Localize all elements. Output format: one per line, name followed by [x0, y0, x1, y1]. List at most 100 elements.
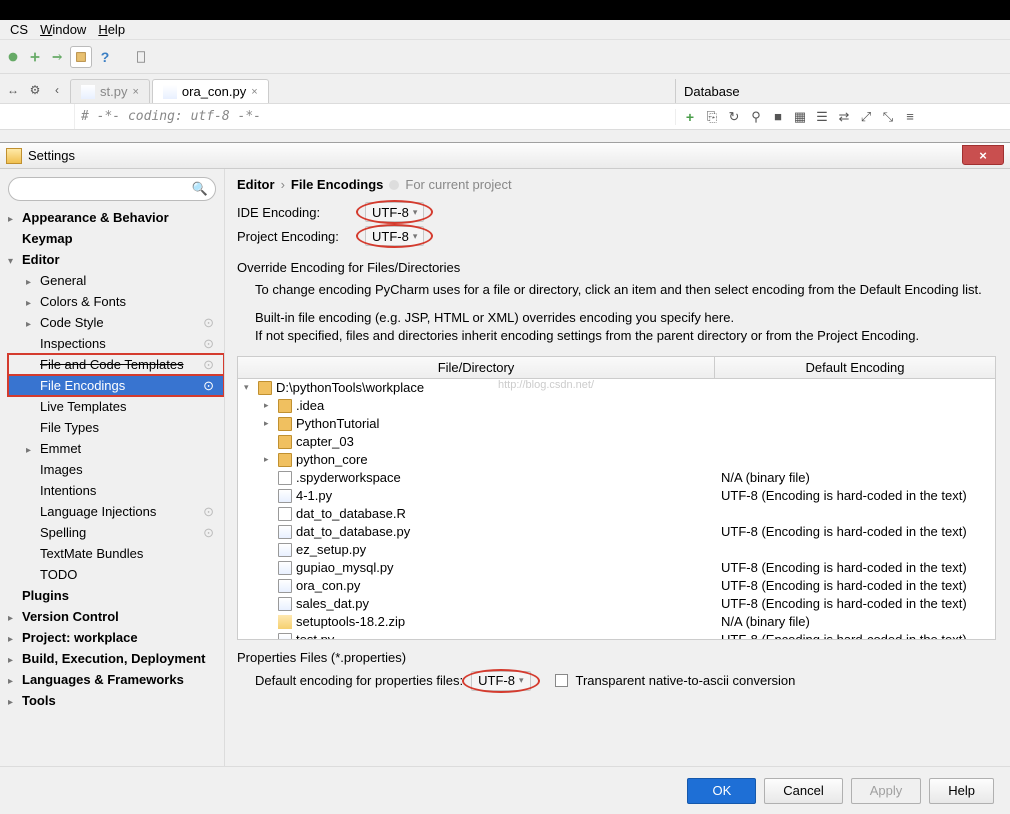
tree-item[interactable]: TextMate Bundles [8, 543, 224, 564]
tree-item[interactable]: File Types [8, 417, 224, 438]
settings-content: Editor›File Encodings For current projec… [225, 169, 1010, 766]
dialog-buttons: OK Cancel Apply Help [0, 766, 1010, 814]
gear-icon[interactable]: ⚙ [26, 81, 44, 99]
refresh-icon[interactable]: ↻ [726, 109, 742, 125]
file-name: capter_03 [296, 434, 354, 449]
help-button[interactable]: Help [929, 778, 994, 804]
table-row[interactable]: ez_setup.py [238, 541, 995, 559]
tree-item[interactable]: Inspections⊙ [8, 333, 224, 354]
tree-item[interactable]: Build, Execution, Deployment [8, 648, 224, 669]
tree-item-selected[interactable]: File Encodings⊙ [8, 375, 224, 396]
column-header[interactable]: Default Encoding [715, 357, 995, 378]
cancel-button[interactable]: Cancel [764, 778, 842, 804]
apply-button[interactable]: Apply [851, 778, 922, 804]
column-header[interactable]: File/Directory [238, 357, 715, 378]
transparent-label: Transparent native-to-ascii conversion [576, 673, 796, 688]
help-icon[interactable]: ? [96, 48, 114, 66]
toolbar-icon[interactable] [4, 48, 22, 66]
close-icon[interactable]: × [251, 86, 257, 98]
tree-item[interactable]: TODO [8, 564, 224, 585]
table-row[interactable]: ora_con.pyUTF-8 (Encoding is hard-coded … [238, 577, 995, 595]
table-row[interactable]: .spyderworkspaceN/A (binary file) [238, 469, 995, 487]
toolbar-icon[interactable] [48, 48, 66, 66]
twisty-icon[interactable]: ▾ [244, 382, 254, 393]
tree-item[interactable]: Spelling⊙ [8, 522, 224, 543]
collapse-icon[interactable]: ⤡ [880, 109, 896, 125]
table-row[interactable]: 4-1.pyUTF-8 (Encoding is hard-coded in t… [238, 487, 995, 505]
twisty-icon[interactable]: ▸ [264, 400, 274, 411]
encoding-value: N/A (binary file) [715, 614, 995, 629]
settings-app-icon [6, 148, 22, 164]
ide-encoding-combo[interactable]: UTF-8▾ [365, 202, 424, 222]
tree-item[interactable]: Code Style⊙ [8, 312, 224, 333]
file-name: ez_setup.py [296, 542, 366, 557]
file-name: test.py [296, 632, 334, 639]
table-row[interactable]: ▾ D:\pythonTools\workplace [238, 379, 995, 397]
tree-item[interactable]: Colors & Fonts [8, 291, 224, 312]
main-toolbar: ? [0, 40, 1010, 74]
tree-item[interactable]: Project: workplace [8, 627, 224, 648]
tree-item[interactable]: Languages & Frameworks [8, 669, 224, 690]
menu-vcs[interactable]: CS [4, 22, 34, 37]
tab-label: ora_con.py [182, 84, 246, 99]
tree-item[interactable]: Plugins [8, 585, 224, 606]
tree-item[interactable]: Version Control [8, 606, 224, 627]
table-row[interactable]: sales_dat.pyUTF-8 (Encoding is hard-code… [238, 595, 995, 613]
table-icon[interactable]: ▦ [792, 109, 808, 125]
table-row[interactable]: ▸.idea [238, 397, 995, 415]
tree-item[interactable]: Appearance & Behavior [8, 207, 224, 228]
table-row[interactable]: setuptools-18.2.zipN/A (binary file) [238, 613, 995, 631]
stop-icon[interactable]: ■ [770, 109, 786, 125]
menu-window[interactable]: Window [34, 22, 92, 37]
ok-button[interactable]: OK [687, 778, 756, 804]
transparent-checkbox[interactable] [555, 674, 568, 687]
filter-icon[interactable]: ⚲ [748, 109, 764, 125]
table-row[interactable]: ▸python_core [238, 451, 995, 469]
file-name: D:\pythonTools\workplace [276, 380, 424, 395]
settings-titlebar: Settings × [0, 143, 1010, 169]
table-row[interactable]: capter_03 [238, 433, 995, 451]
tree-item[interactable]: Keymap [8, 228, 224, 249]
twisty-icon[interactable]: ▸ [264, 454, 274, 465]
tree-item[interactable]: File and Code Templates⊙ [8, 354, 224, 375]
py-icon [278, 633, 292, 639]
table-row[interactable]: gupiao_mysql.pyUTF-8 (Encoding is hard-c… [238, 559, 995, 577]
menu-help[interactable]: Help [92, 22, 131, 37]
zip-icon [278, 615, 292, 629]
chevron-down-icon: ▾ [519, 675, 524, 686]
tab-label: st.py [100, 84, 127, 99]
toolbar-icon[interactable] [26, 48, 44, 66]
tree-item[interactable]: Intentions [8, 480, 224, 501]
settings-search-input[interactable] [8, 177, 216, 201]
copy-icon[interactable]: ⎘ [704, 109, 720, 125]
tree-item[interactable]: General [8, 270, 224, 291]
properties-encoding-combo[interactable]: UTF-8▾ [471, 671, 530, 691]
table-row[interactable]: test.pyUTF-8 (Encoding is hard-coded in … [238, 631, 995, 639]
columns-icon[interactable]: ☰ [814, 109, 830, 125]
breadcrumb: Editor›File Encodings For current projec… [237, 177, 996, 192]
sync-icon[interactable]: ⇄ [836, 109, 852, 125]
tree-item[interactable]: Images [8, 459, 224, 480]
close-button[interactable]: × [962, 145, 1004, 165]
project-encoding-combo[interactable]: UTF-8▾ [365, 226, 424, 246]
close-icon[interactable]: × [132, 86, 138, 98]
table-row[interactable]: dat_to_database.pyUTF-8 (Encoding is har… [238, 523, 995, 541]
twisty-icon[interactable]: ▸ [264, 418, 274, 429]
editor-tab[interactable]: st.py × [70, 79, 150, 103]
add-icon[interactable]: + [682, 109, 698, 125]
toolbar-icon[interactable] [132, 48, 150, 66]
chevron-left-icon[interactable]: ‹ [48, 81, 66, 99]
help-text: Built-in file encoding (e.g. JSP, HTML o… [237, 309, 996, 345]
nav-icon[interactable]: ↔ [4, 81, 22, 99]
tree-item[interactable]: Emmet [8, 438, 224, 459]
tree-item[interactable]: Live Templates [8, 396, 224, 417]
table-row[interactable]: dat_to_database.R [238, 505, 995, 523]
editor-tab-active[interactable]: ora_con.py × [152, 79, 269, 103]
tree-item[interactable]: Language Injections⊙ [8, 501, 224, 522]
table-row[interactable]: ▸PythonTutorial [238, 415, 995, 433]
tree-item[interactable]: Tools [8, 690, 224, 711]
toolbar-icon[interactable] [70, 46, 92, 68]
expand-icon[interactable]: ⤢ [858, 109, 874, 125]
settings-icon[interactable]: ≡ [902, 109, 918, 125]
tree-item[interactable]: Editor [8, 249, 224, 270]
